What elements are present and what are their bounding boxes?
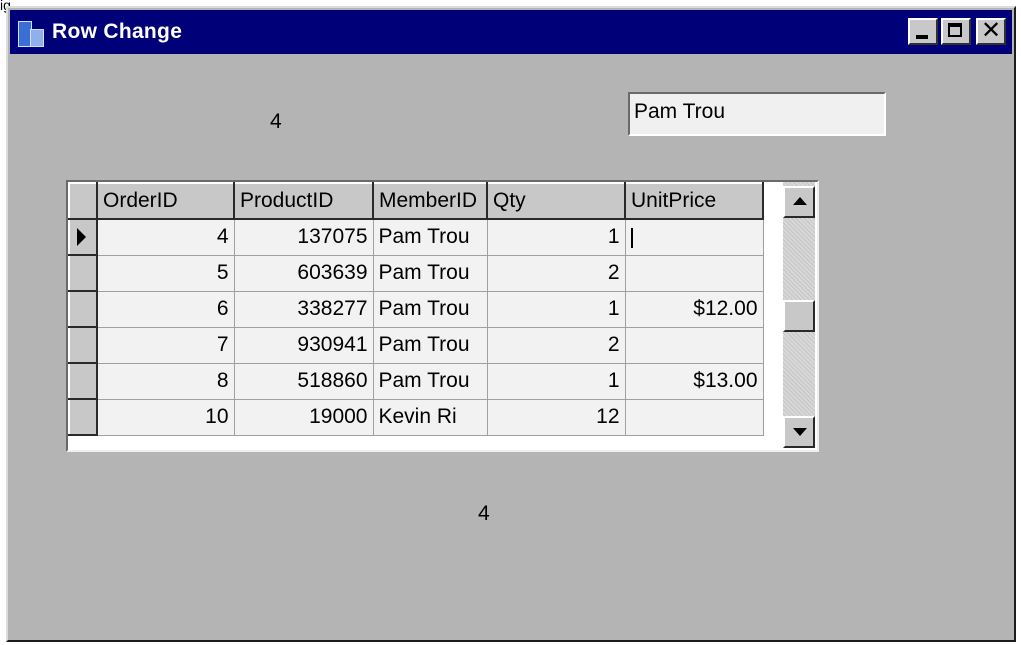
- scroll-down-button[interactable]: [783, 416, 815, 448]
- vertical-scrollbar[interactable]: [779, 182, 817, 448]
- cell-productid[interactable]: 137075: [233, 218, 374, 256]
- cell-orderid[interactable]: 5: [96, 254, 235, 292]
- text-cursor: [630, 227, 633, 248]
- column-header-qty[interactable]: Qty: [486, 182, 626, 220]
- cell-memberid[interactable]: Pam Trou: [372, 362, 488, 400]
- cell-qty[interactable]: 2: [486, 326, 626, 364]
- maximize-button[interactable]: [941, 18, 971, 45]
- table-row[interactable]: 8 518860 Pam Trou 1 $13.00: [68, 362, 764, 400]
- app-icon[interactable]: [16, 17, 46, 47]
- cell-memberid[interactable]: Kevin Ri: [372, 398, 488, 436]
- cell-qty[interactable]: 1: [486, 290, 626, 328]
- window-title: Row Change: [52, 20, 183, 43]
- cell-productid[interactable]: 518860: [233, 362, 374, 400]
- orders-datagrid[interactable]: OrderID ProductID MemberID Qty UnitPrice…: [66, 180, 819, 452]
- close-icon: ✕: [980, 16, 1002, 44]
- cell-qty[interactable]: 12: [486, 398, 626, 436]
- column-header-unitprice[interactable]: UnitPrice: [624, 182, 764, 220]
- cell-qty[interactable]: 1: [486, 218, 626, 256]
- title-bar[interactable]: Row Change ✕: [10, 10, 1012, 54]
- cell-memberid[interactable]: Pam Trou: [372, 326, 488, 364]
- row-header-corner[interactable]: [68, 182, 98, 220]
- row-header[interactable]: [68, 362, 98, 400]
- table-row[interactable]: 7 930941 Pam Trou 2: [68, 326, 764, 364]
- arrow-down-icon: [793, 428, 807, 436]
- cell-orderid[interactable]: 7: [96, 326, 235, 364]
- column-header-memberid[interactable]: MemberID: [372, 182, 488, 220]
- cell-unitprice[interactable]: [624, 398, 764, 436]
- member-textbox[interactable]: Pam Trou: [628, 92, 886, 136]
- cell-productid[interactable]: 338277: [233, 290, 374, 328]
- cell-orderid[interactable]: 4: [96, 218, 235, 256]
- cell-productid[interactable]: 603639: [233, 254, 374, 292]
- orders-table: OrderID ProductID MemberID Qty UnitPrice…: [68, 182, 764, 436]
- scroll-thumb[interactable]: [783, 300, 815, 332]
- table-row[interactable]: 5 603639 Pam Trou 2: [68, 254, 764, 292]
- header-row: OrderID ProductID MemberID Qty UnitPrice: [68, 182, 764, 220]
- maximize-icon: [948, 23, 962, 37]
- cell-memberid[interactable]: Pam Trou: [372, 218, 488, 256]
- cell-productid[interactable]: 930941: [233, 326, 374, 364]
- arrow-up-icon: [793, 197, 807, 205]
- cell-unitprice[interactable]: [624, 326, 764, 364]
- window-controls: ✕: [908, 16, 1006, 45]
- cell-unitprice[interactable]: $12.00: [624, 290, 764, 328]
- close-button[interactable]: ✕: [976, 16, 1006, 45]
- cell-orderid[interactable]: 8: [96, 362, 235, 400]
- current-row-arrow-icon: [77, 228, 86, 246]
- table-row[interactable]: 6 338277 Pam Trou 1 $12.00: [68, 290, 764, 328]
- row-header[interactable]: [68, 326, 98, 364]
- table-row[interactable]: 4 137075 Pam Trou 1: [68, 218, 764, 256]
- cell-unitprice[interactable]: $13.00: [624, 362, 764, 400]
- cell-unitprice[interactable]: [624, 254, 764, 292]
- cell-unitprice-editing[interactable]: [624, 218, 764, 256]
- cell-memberid[interactable]: Pam Trou: [372, 254, 488, 292]
- cell-orderid[interactable]: 10: [96, 398, 235, 436]
- minimize-button[interactable]: [908, 18, 938, 45]
- top-label: 4: [270, 110, 282, 133]
- minimize-icon: [916, 35, 928, 39]
- cell-memberid[interactable]: Pam Trou: [372, 290, 488, 328]
- row-header[interactable]: [68, 290, 98, 328]
- row-change-window: Row Change ✕ 4 Pam Trou OrderID ProductI…: [6, 6, 1016, 642]
- table-row[interactable]: 10 19000 Kevin Ri 12: [68, 398, 764, 436]
- cell-qty[interactable]: 2: [486, 254, 626, 292]
- column-header-orderid[interactable]: OrderID: [96, 182, 235, 220]
- scroll-up-button[interactable]: [783, 186, 815, 218]
- cell-orderid[interactable]: 6: [96, 290, 235, 328]
- column-header-productid[interactable]: ProductID: [233, 182, 374, 220]
- row-header[interactable]: [68, 398, 98, 436]
- row-header-current[interactable]: [68, 218, 98, 256]
- bottom-label: 4: [478, 502, 490, 525]
- row-header[interactable]: [68, 254, 98, 292]
- cell-productid[interactable]: 19000: [233, 398, 374, 436]
- cell-qty[interactable]: 1: [486, 362, 626, 400]
